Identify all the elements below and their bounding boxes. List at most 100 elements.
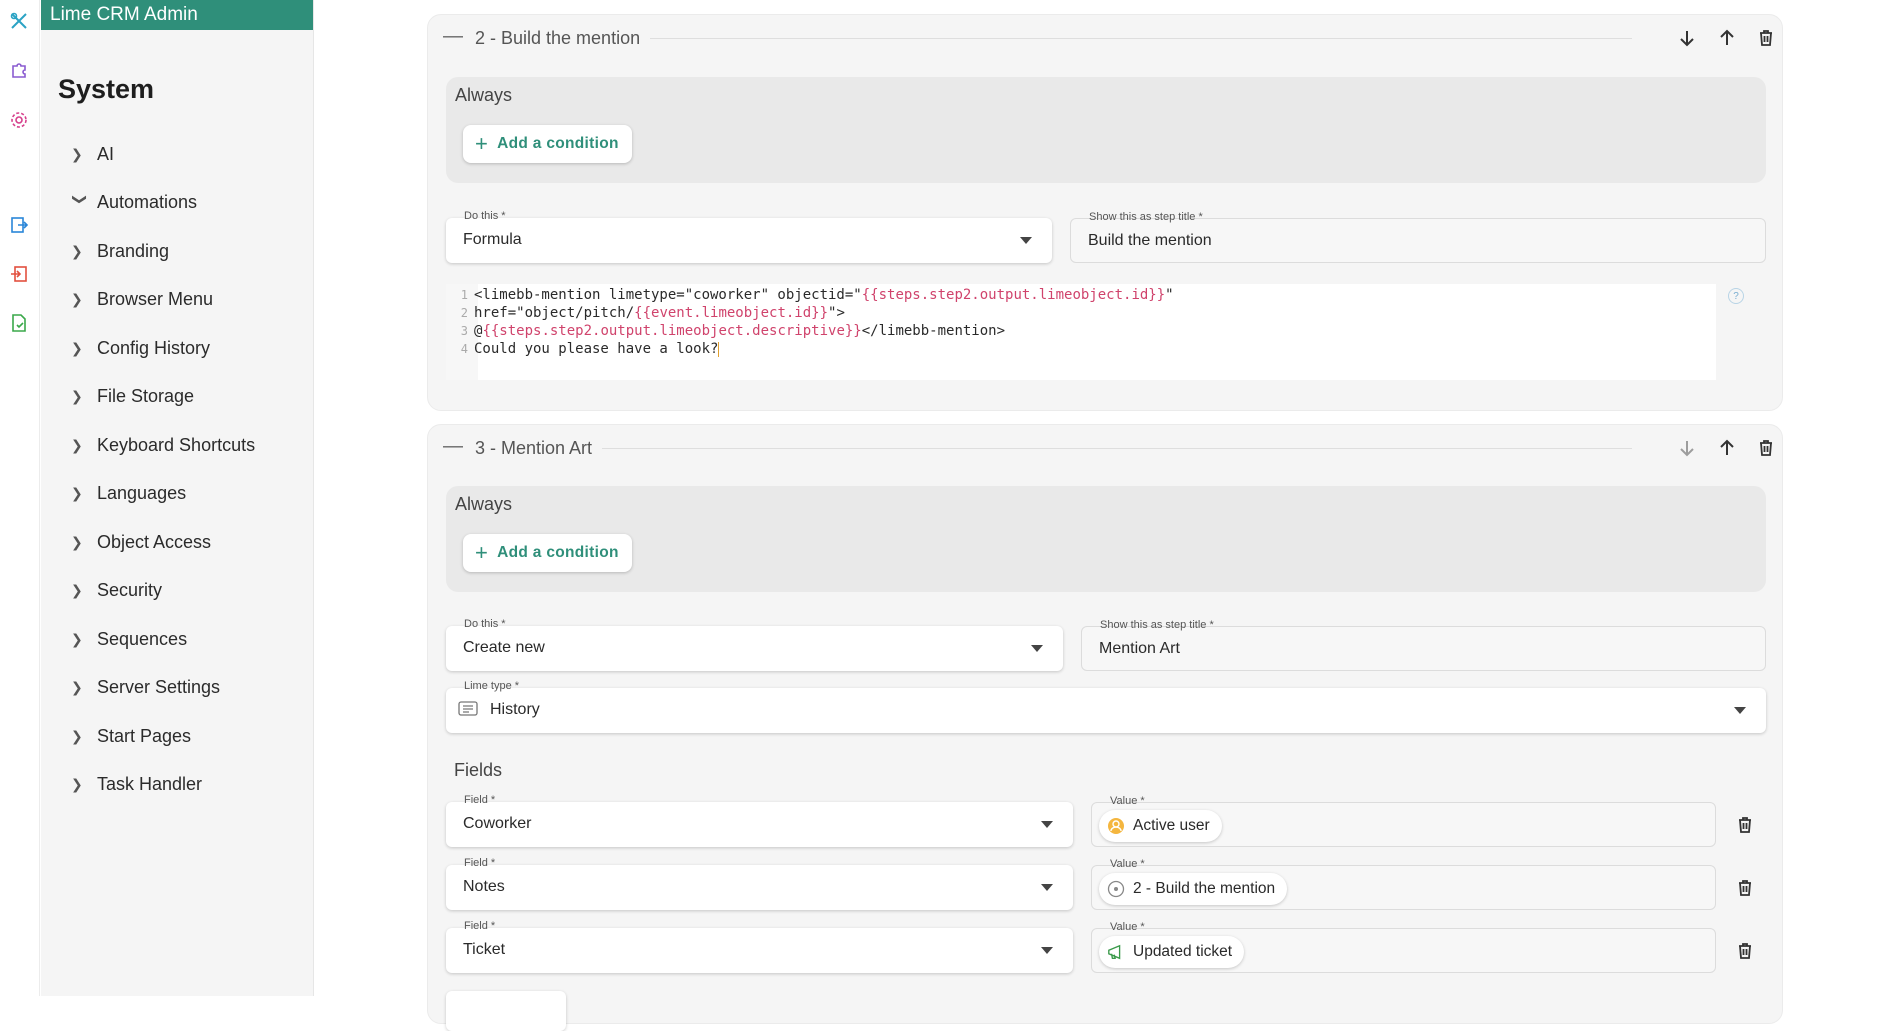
chevron-right-icon: ❯ — [71, 727, 83, 744]
sidebar-item-object-access[interactable]: ❯ Object Access — [41, 518, 313, 567]
history-icon — [458, 701, 478, 724]
collapse-icon[interactable]: — — [443, 435, 463, 458]
help-icon[interactable]: ? — [1728, 288, 1744, 304]
sidebar-item-file-storage[interactable]: ❯ File Storage — [41, 373, 313, 422]
move-down-icon[interactable] — [1674, 435, 1700, 461]
do-this-select[interactable]: Do this * Formula — [446, 210, 1052, 263]
sidebar-item-browser-menu[interactable]: ❯ Browser Menu — [41, 276, 313, 325]
app-title[interactable]: Lime CRM Admin — [41, 0, 313, 30]
trash-icon[interactable] — [1753, 25, 1779, 51]
chevron-right-icon: ❯ — [71, 533, 83, 550]
condition-panel: Always + Add a condition — [446, 77, 1766, 183]
plus-icon: + — [475, 540, 489, 565]
add-condition-button[interactable]: + Add a condition — [463, 534, 632, 572]
sidebar-item-keyboard-shortcuts[interactable]: ❯ Keyboard Shortcuts — [41, 421, 313, 470]
sidebar-item-automations[interactable]: ❯ Automations — [41, 179, 313, 228]
chevron-right-icon: ❯ — [71, 339, 83, 356]
field-select-notes[interactable]: Field * Notes — [446, 857, 1073, 910]
icon-rail — [0, 0, 40, 996]
sidebar-item-label: File Storage — [97, 386, 195, 407]
sidebar-item-label: Security — [97, 580, 163, 601]
step-header: — 2 - Build the mention — [428, 15, 1782, 61]
trash-icon[interactable] — [1733, 813, 1757, 837]
sidebar-item-security[interactable]: ❯ Security — [41, 567, 313, 616]
chevron-right-icon: ❯ — [71, 388, 83, 405]
trash-icon[interactable] — [1753, 435, 1779, 461]
field-value: Coworker — [463, 815, 532, 832]
sidebar-item-label: Keyboard Shortcuts — [97, 434, 256, 455]
field-value: Formula — [463, 231, 522, 248]
collapse-icon[interactable]: — — [443, 25, 463, 48]
chevron-right-icon: ❯ — [71, 291, 83, 308]
value-field[interactable]: Value * 2 - Build the mention — [1091, 858, 1716, 910]
field-select-coworker[interactable]: Field * Coworker — [446, 794, 1073, 847]
step-card-3: — 3 - Mention Art Always + Add a conditi… — [427, 424, 1783, 1031]
move-down-icon[interactable] — [1674, 25, 1700, 51]
section-title: System — [58, 74, 155, 104]
step-card-2: — 2 - Build the mention Always + Add a c… — [427, 14, 1783, 411]
chevron-right-icon: ❯ — [71, 242, 83, 259]
chevron-right-icon: ❯ — [71, 145, 83, 162]
plus-icon: + — [475, 131, 489, 156]
do-this-select[interactable]: Do this * Create new — [446, 618, 1063, 671]
value-chip[interactable]: Active user — [1099, 810, 1222, 842]
condition-panel: Always + Add a condition — [446, 486, 1766, 592]
sidebar-item-task-handler[interactable]: ❯ Task Handler — [41, 761, 313, 810]
sidebar-item-branding[interactable]: ❯ Branding — [41, 227, 313, 276]
sidebar-item-label: Automations — [97, 192, 198, 213]
sidebar-item-label: AI — [97, 143, 115, 164]
add-condition-button[interactable]: + Add a condition — [463, 125, 632, 163]
gear-icon[interactable] — [7, 108, 31, 132]
sidebar-item-ai[interactable]: ❯ AI — [41, 130, 313, 179]
sidebar-item-sequences[interactable]: ❯ Sequences — [41, 615, 313, 664]
field-value: Notes — [463, 878, 505, 895]
add-field-button[interactable] — [446, 991, 566, 1031]
trash-icon[interactable] — [1733, 876, 1757, 900]
megaphone-icon — [1107, 943, 1125, 961]
sidebar-item-label: Branding — [97, 240, 170, 261]
move-up-icon[interactable] — [1714, 25, 1740, 51]
caret-down-icon — [1031, 645, 1043, 652]
field-value: Create new — [463, 639, 545, 656]
import-icon[interactable] — [7, 262, 31, 286]
tools-icon[interactable] — [7, 9, 31, 33]
field-label: Show this as step title * — [1089, 211, 1203, 223]
step-title: 2 - Build the mention — [475, 28, 651, 49]
chevron-right-icon: ❯ — [71, 485, 83, 502]
field-label: Field * — [464, 920, 496, 932]
sidebar-item-start-pages[interactable]: ❯ Start Pages — [41, 712, 313, 761]
code-line: 4 Could you please have a look? — [460, 341, 720, 357]
field-label: Do this * — [464, 618, 506, 630]
move-up-icon[interactable] — [1714, 435, 1740, 461]
code-editor[interactable]: 1 <limebb-mention limetype="coworker" obj… — [446, 284, 1716, 380]
sidebar-item-config-history[interactable]: ❯ Config History — [41, 324, 313, 373]
value-field[interactable]: Value * Updated ticket — [1091, 921, 1716, 973]
trash-icon[interactable] — [1733, 939, 1757, 963]
puzzle-icon[interactable] — [7, 58, 31, 82]
sidebar-item-languages[interactable]: ❯ Languages — [41, 470, 313, 519]
field-select-ticket[interactable]: Field * Ticket — [446, 920, 1073, 973]
field-label: Value * — [1110, 858, 1145, 870]
chevron-right-icon: ❯ — [71, 679, 83, 696]
lime-type-select[interactable]: Lime type * History — [446, 680, 1766, 733]
field-label: Field * — [464, 794, 496, 806]
export-icon[interactable] — [7, 213, 31, 237]
field-value: Mention Art — [1099, 640, 1180, 657]
header-divider — [475, 448, 1632, 449]
button-label: Add a condition — [497, 544, 619, 561]
caret-down-icon — [1041, 821, 1053, 828]
sidebar-item-server-settings[interactable]: ❯ Server Settings — [41, 664, 313, 713]
sidebar-item-label: Browser Menu — [97, 289, 214, 310]
sidebar-item-label: Task Handler — [97, 774, 203, 795]
step-title-field[interactable]: Show this as step title * Mention Art — [1081, 619, 1766, 671]
value-chip[interactable]: Updated ticket — [1099, 936, 1245, 968]
value-chip[interactable]: 2 - Build the mention — [1099, 873, 1288, 905]
condition-label: Always — [455, 85, 513, 105]
step-title-field[interactable]: Show this as step title * Build the ment… — [1070, 211, 1766, 263]
field-label: Field * — [464, 857, 496, 869]
caret-down-icon — [1020, 237, 1032, 244]
sidebar: Lime CRM Admin System ❯ AI ❯ Automations ❯… — [41, 0, 314, 996]
value-field[interactable]: Value * Active user — [1091, 795, 1716, 847]
file-check-icon[interactable] — [7, 311, 31, 335]
caret-down-icon — [1041, 947, 1053, 954]
